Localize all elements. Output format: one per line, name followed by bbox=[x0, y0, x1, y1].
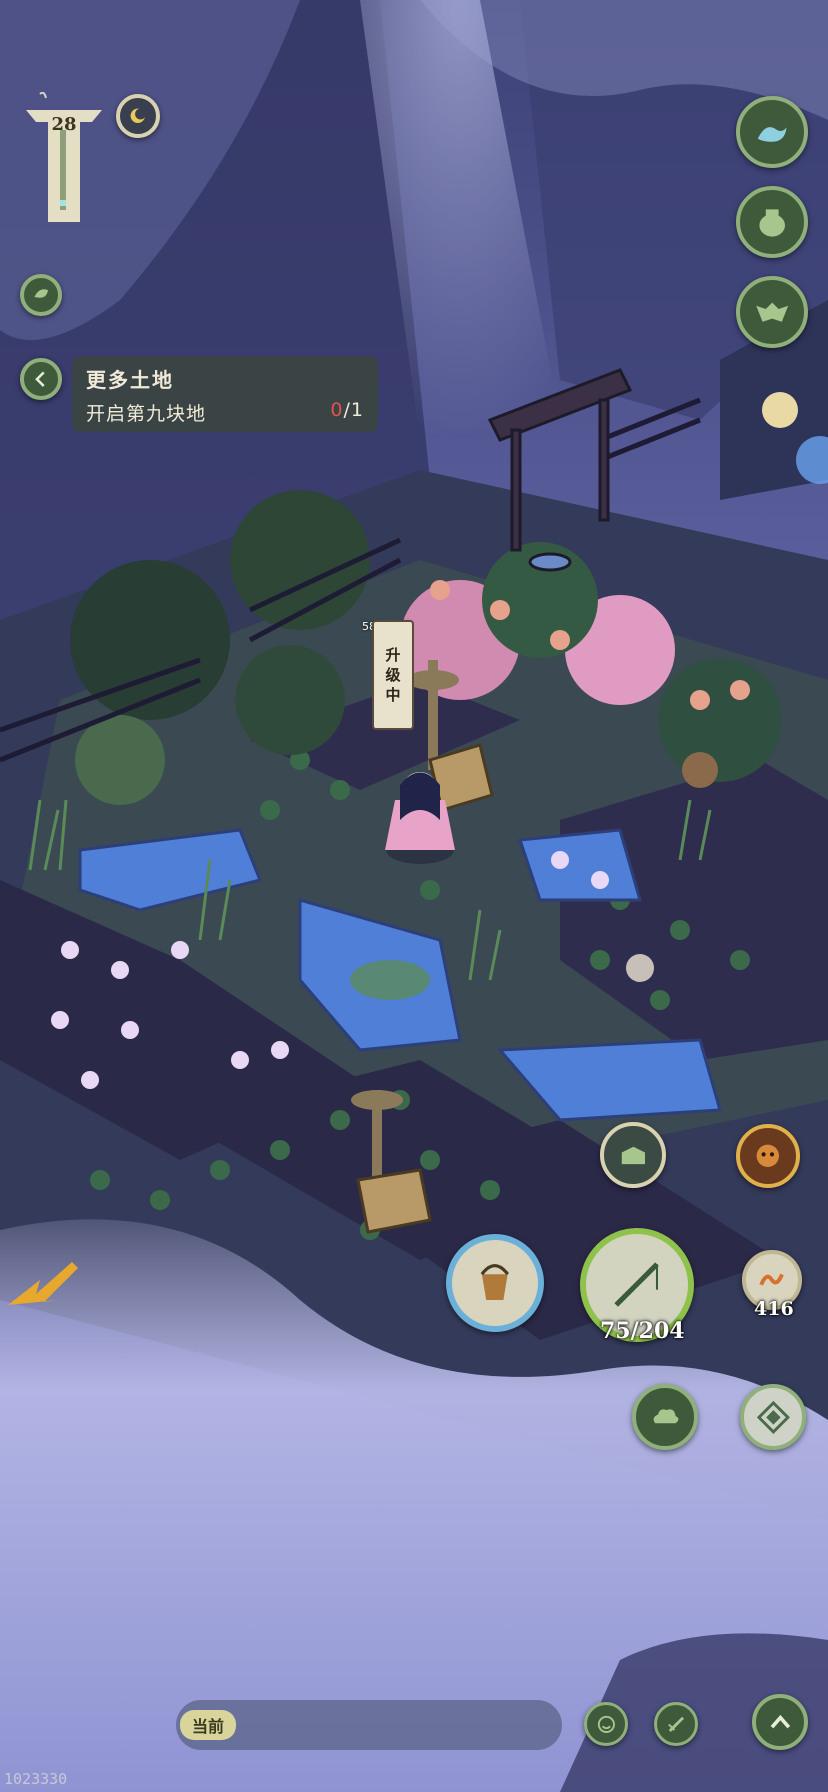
storage-button[interactable] bbox=[600, 1122, 666, 1188]
quest-title: 更多土地 bbox=[86, 368, 174, 392]
quest-panel[interactable]: 更多土地 开启第九块地 0/1 bbox=[72, 356, 378, 432]
cloud-icon bbox=[653, 1408, 679, 1423]
tide-button[interactable] bbox=[736, 96, 808, 168]
upgrade-status-1: 升 bbox=[385, 646, 401, 664]
bucket-icon bbox=[480, 1264, 510, 1301]
chevron-up-icon bbox=[770, 1714, 790, 1728]
moon-event-button[interactable] bbox=[116, 94, 160, 138]
chevron-left-icon bbox=[34, 371, 45, 387]
upgrade-status-2: 级 bbox=[385, 666, 401, 684]
upgrade-status-3: 中 bbox=[385, 686, 401, 704]
upgrade-sign[interactable]: 升 级 中 bbox=[372, 620, 414, 730]
bat-mask-icon bbox=[755, 302, 788, 322]
emoji-button[interactable] bbox=[584, 1702, 628, 1746]
quest-progress: 0/1 bbox=[330, 399, 364, 421]
quest-description: 开启第九块地 bbox=[86, 403, 207, 425]
expand-button[interactable] bbox=[752, 1694, 808, 1750]
storage-box-icon bbox=[621, 1146, 645, 1164]
bait-counter: 416 bbox=[754, 1298, 794, 1320]
moon-icon bbox=[130, 108, 147, 124]
lily-pad bbox=[350, 960, 430, 1000]
pillar-icon bbox=[26, 91, 102, 222]
fishing-rod-icon bbox=[614, 1262, 660, 1308]
bucket-button[interactable] bbox=[446, 1234, 544, 1332]
compass-icon bbox=[756, 1400, 790, 1434]
leaf-icon bbox=[34, 289, 48, 298]
quest-collapse-button[interactable] bbox=[20, 358, 62, 400]
smile-icon bbox=[597, 1715, 615, 1733]
worm-icon bbox=[759, 1274, 785, 1286]
jar-icon bbox=[759, 209, 785, 237]
build-id: 1023330 bbox=[4, 1770, 68, 1788]
stamina-counter: 75/204 bbox=[600, 1318, 685, 1344]
jar-button[interactable] bbox=[736, 186, 808, 258]
farm-scene bbox=[0, 0, 828, 1792]
write-button[interactable] bbox=[654, 1702, 698, 1746]
level-pillar[interactable]: 28 bbox=[20, 91, 108, 232]
weather-button[interactable] bbox=[632, 1384, 698, 1450]
mask-button[interactable] bbox=[736, 276, 808, 348]
leaf-button[interactable] bbox=[20, 274, 62, 316]
chat-channel-tag[interactable]: 当前 bbox=[180, 1710, 236, 1740]
player-level: 28 bbox=[51, 114, 77, 135]
wave-icon bbox=[757, 126, 787, 142]
brush-icon bbox=[667, 1716, 684, 1732]
monkey-face-icon bbox=[756, 1144, 780, 1168]
compass-button[interactable] bbox=[740, 1384, 806, 1450]
pet-button[interactable] bbox=[736, 1124, 800, 1188]
